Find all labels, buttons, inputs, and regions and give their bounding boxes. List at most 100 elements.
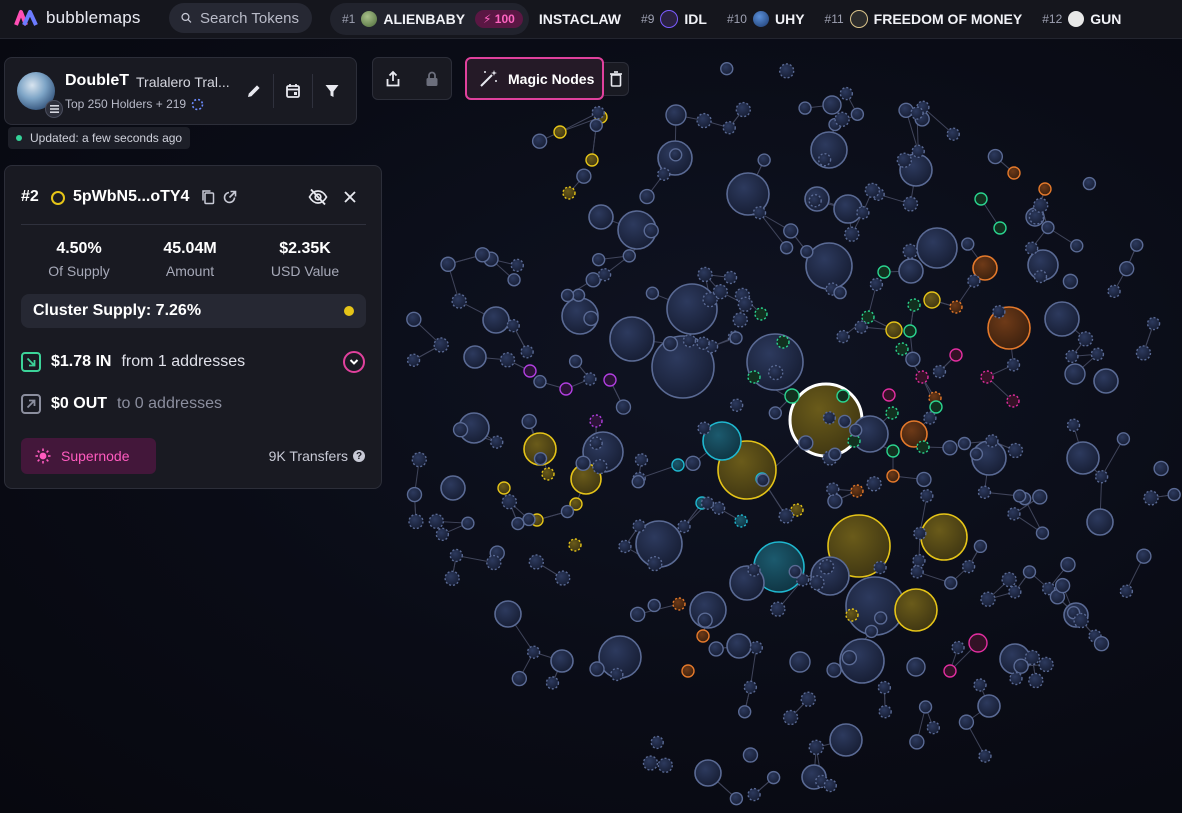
wallet-node[interactable] [1028, 672, 1044, 689]
wallet-node[interactable] [1135, 345, 1152, 361]
wallet-node[interactable] [609, 316, 655, 362]
wallet-node[interactable] [903, 324, 917, 338]
wallet-node[interactable] [700, 496, 715, 510]
wallet-node[interactable] [768, 364, 784, 381]
wallet-node[interactable] [993, 221, 1007, 235]
wallet-node[interactable] [406, 486, 423, 503]
wallet-node[interactable] [1006, 394, 1020, 408]
wallet-node[interactable] [1033, 269, 1048, 284]
wallet-node[interactable] [822, 95, 842, 115]
wallet-node[interactable] [838, 414, 852, 429]
wallet-node[interactable] [1001, 571, 1017, 588]
wallet-node[interactable] [886, 469, 900, 483]
wallet-node[interactable] [521, 413, 537, 430]
wallet-node[interactable] [912, 553, 926, 568]
wallet-node[interactable] [957, 436, 972, 451]
wallet-node[interactable] [1066, 441, 1100, 475]
wallet-node[interactable] [1107, 284, 1121, 299]
wallet-node[interactable] [531, 133, 548, 149]
wallet-node[interactable] [533, 451, 548, 466]
wallet-node[interactable] [708, 641, 724, 657]
wallet-node[interactable] [545, 676, 560, 690]
wallet-node[interactable] [1130, 238, 1144, 252]
wallet-node[interactable] [1070, 239, 1084, 253]
wallet-node[interactable] [428, 513, 445, 530]
wallet-node[interactable] [650, 735, 664, 750]
wallet-node[interactable] [672, 597, 686, 611]
wallet-node[interactable] [836, 329, 850, 344]
wallet-node[interactable] [942, 440, 958, 456]
wallet-node[interactable] [1033, 197, 1049, 214]
wallet-node[interactable] [526, 645, 541, 659]
wallet-node[interactable] [920, 489, 934, 503]
wallet-node[interactable] [896, 152, 913, 168]
wallet-node[interactable] [800, 691, 816, 707]
wallet-node[interactable] [490, 435, 504, 449]
wallet-node[interactable] [550, 649, 574, 673]
wallet-node[interactable] [823, 778, 837, 793]
wallet-node[interactable] [1006, 358, 1021, 372]
wallet-node[interactable] [1090, 347, 1105, 361]
wallet-node[interactable] [833, 285, 847, 300]
cluster-supply-bar[interactable]: Cluster Supply: 7.26% [21, 294, 366, 328]
wallet-node[interactable] [770, 601, 786, 617]
wallet-node[interactable] [818, 559, 835, 575]
wallet-node[interactable] [597, 267, 612, 282]
wallet-node[interactable] [562, 186, 576, 200]
wallet-node[interactable] [589, 118, 603, 133]
wallet-node[interactable] [463, 345, 487, 369]
wallet-node[interactable] [681, 664, 695, 678]
wallet-node[interactable] [449, 548, 463, 563]
supernode-badge[interactable]: Supernode [21, 438, 156, 474]
wallet-node[interactable] [494, 600, 522, 628]
wallet-node[interactable] [629, 606, 646, 623]
trending-item-freedom-of-money[interactable]: #11 FREEDOM OF MONEY [815, 3, 1033, 35]
wallet-node[interactable] [958, 714, 975, 730]
wallet-node[interactable] [909, 734, 925, 750]
wallet-node[interactable] [671, 458, 685, 472]
wallet-node[interactable] [969, 447, 984, 461]
wallet-node[interactable] [943, 664, 957, 678]
wallet-node[interactable] [946, 127, 960, 141]
wallet-node[interactable] [1077, 331, 1094, 347]
wallet-node[interactable] [916, 227, 958, 269]
wallet-node[interactable] [754, 307, 768, 321]
expand-incoming-button[interactable] [343, 351, 365, 373]
wallet-node[interactable] [902, 243, 918, 260]
wallet-node[interactable] [1008, 585, 1022, 599]
wallet-node[interactable] [878, 704, 892, 719]
wallet-address[interactable]: 5pWbN5...oTY4 [73, 188, 189, 206]
wallet-node[interactable] [906, 657, 926, 677]
wallet-node[interactable] [902, 196, 919, 212]
help-icon[interactable]: ? [353, 450, 365, 462]
wallet-node[interactable] [523, 364, 537, 378]
holders-count[interactable]: Top 250 Holders + 219 [65, 97, 204, 111]
wallet-node[interactable] [696, 629, 710, 643]
wallet-node[interactable] [910, 106, 924, 120]
wallet-node[interactable] [697, 266, 713, 283]
wallet-node[interactable] [749, 640, 763, 655]
wallet-node[interactable] [643, 222, 659, 239]
trending-item-alienbaby[interactable]: #1 ALIENBABY ⚡ 100 [330, 3, 529, 35]
wallet-node[interactable] [507, 273, 521, 287]
wallet-node[interactable] [486, 554, 502, 571]
wallet-node[interactable] [961, 237, 975, 251]
wallet-node[interactable] [737, 705, 752, 719]
wallet-node[interactable] [1060, 556, 1076, 573]
wallet-node[interactable] [779, 241, 794, 255]
wallet-node[interactable] [568, 538, 582, 552]
wallet-node[interactable] [776, 335, 790, 349]
wallet-node[interactable] [882, 388, 896, 402]
wallet-node[interactable] [1118, 260, 1135, 277]
wallet-node[interactable] [645, 286, 660, 300]
wallet-node[interactable] [452, 422, 469, 438]
wallet-node[interactable] [576, 168, 592, 184]
wallet-node[interactable] [894, 588, 938, 632]
wallet-node[interactable] [836, 389, 850, 403]
wallet-node[interactable] [752, 206, 767, 220]
wallet-node[interactable] [826, 662, 842, 678]
wallet-node[interactable] [451, 293, 467, 309]
wallet-node[interactable] [910, 565, 924, 579]
wallet-node[interactable] [560, 288, 575, 303]
wallet-node[interactable] [482, 306, 510, 334]
